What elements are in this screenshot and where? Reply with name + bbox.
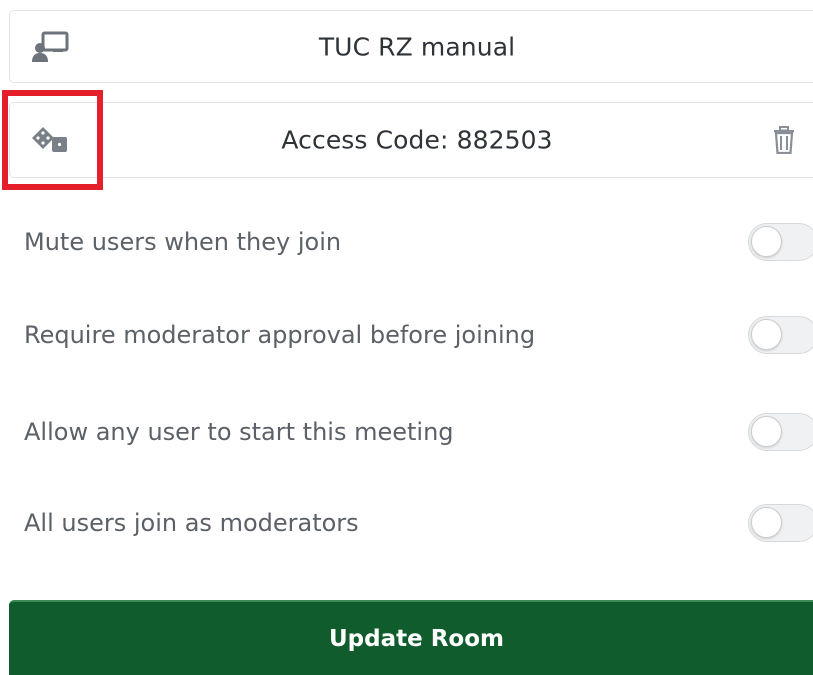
setting-label: Mute users when they join bbox=[24, 228, 342, 256]
all-moderators-toggle[interactable] bbox=[748, 504, 813, 542]
update-room-label: Update Room bbox=[328, 626, 504, 652]
toggle-knob bbox=[751, 507, 782, 538]
toggle-knob bbox=[751, 226, 782, 257]
access-code-field: Access Code: 882503 bbox=[9, 102, 813, 178]
room-settings-panel: TUC RZ manual Access Code: 882503 Mute u… bbox=[0, 0, 813, 675]
anyone-can-start-toggle[interactable] bbox=[748, 413, 813, 451]
setting-label: Require moderator approval before joinin… bbox=[24, 321, 536, 349]
toggle-knob bbox=[751, 319, 782, 350]
require-approval-toggle[interactable] bbox=[748, 316, 813, 354]
access-code-text: Access Code: 882503 bbox=[281, 125, 553, 155]
setting-require-approval: Require moderator approval before joinin… bbox=[24, 310, 813, 360]
setting-all-moderators: All users join as moderators bbox=[24, 498, 813, 548]
trash-icon[interactable] bbox=[770, 124, 798, 156]
mute-on-join-toggle[interactable] bbox=[748, 223, 813, 261]
room-name-text: TUC RZ manual bbox=[318, 32, 516, 61]
setting-label: Allow any user to start this meeting bbox=[24, 418, 454, 446]
setting-label: All users join as moderators bbox=[24, 509, 359, 537]
setting-anyone-can-start: Allow any user to start this meeting bbox=[24, 407, 813, 457]
room-name-field[interactable]: TUC RZ manual bbox=[9, 10, 813, 83]
toggle-knob bbox=[751, 416, 782, 447]
setting-mute-on-join: Mute users when they join bbox=[24, 217, 813, 267]
update-room-button[interactable]: Update Room bbox=[9, 600, 813, 675]
